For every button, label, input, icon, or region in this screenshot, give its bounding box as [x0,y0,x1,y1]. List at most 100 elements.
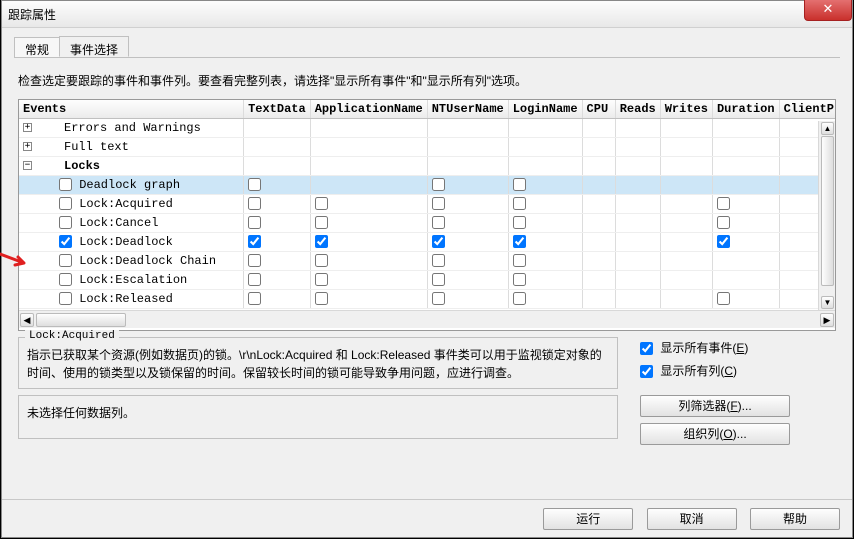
scroll-right-icon[interactable]: ▶ [820,313,834,327]
cell-deadlock-applicationname[interactable] [315,235,328,248]
col-cpu[interactable]: CPU [582,100,615,119]
group-locks[interactable]: −Locks [19,157,835,176]
event-checkbox-deadlock_chain[interactable] [59,254,72,267]
options-panel: 显示所有事件(E) 显示所有列(C) [640,339,748,385]
event-label: Lock:Acquired [72,197,173,211]
cell-deadlock-textdata[interactable] [248,235,261,248]
trace-properties-dialog: 跟踪属性 ✕ 常规 事件选择 检查选定要跟踪的事件和事件列。要查看完整列表，请选… [1,0,853,538]
event-checkbox-deadlock_graph[interactable] [59,178,72,191]
group-fulltext[interactable]: + Full text [19,138,835,157]
col-events[interactable]: Events [19,100,244,119]
cell-released-loginname[interactable] [513,292,526,305]
group-errors[interactable]: + Errors and Warnings [19,119,835,138]
no-data-group: 未选择任何数据列。 [18,395,618,439]
cell-acquired-duration[interactable] [717,197,730,210]
column-filter-button[interactable]: 列筛选器(F)... [640,395,790,417]
group-label: Locks [40,159,100,173]
event-label: Lock:Released [72,292,173,306]
cell-released-ntusername[interactable] [432,292,445,305]
event-checkbox-acquired[interactable] [59,197,72,210]
cell-acquired-ntusername[interactable] [432,197,445,210]
cell-deadlock_chain-loginname[interactable] [513,254,526,267]
event-row-deadlock_graph[interactable]: Deadlock graph [19,176,835,195]
event-checkbox-escalation[interactable] [59,273,72,286]
cell-escalation-ntusername[interactable] [432,273,445,286]
event-row-cancel[interactable]: Lock:Cancel [19,214,835,233]
cell-deadlock-duration[interactable] [717,235,730,248]
group-label: Full text [40,140,129,154]
cell-released-duration[interactable] [717,292,730,305]
tab-general[interactable]: 常规 [14,37,60,58]
cell-deadlock_graph-textdata[interactable] [248,178,261,191]
run-button[interactable]: 运行 [543,508,633,530]
event-row-released[interactable]: Lock:Released [19,290,835,309]
event-description-legend: Lock:Acquired [25,330,119,342]
cell-cancel-loginname[interactable] [513,216,526,229]
cell-escalation-loginname[interactable] [513,273,526,286]
tab-event-selection[interactable]: 事件选择 [59,36,129,57]
close-button[interactable]: ✕ [804,0,852,21]
cancel-button[interactable]: 取消 [647,508,737,530]
cell-cancel-textdata[interactable] [248,216,261,229]
col-textdata[interactable]: TextData [244,100,311,119]
instruction-text: 检查选定要跟踪的事件和事件列。要查看完整列表，请选择"显示所有事件"和"显示所有… [18,72,836,89]
event-description-text: 指示已获取某个资源(例如数据页)的锁。\r\nLock:Acquired 和 L… [27,346,609,382]
grid-header-row: Events TextData ApplicationName NTUserNa… [19,100,835,119]
help-button[interactable]: 帮助 [750,508,840,530]
tree-expander-icon[interactable]: + [23,142,32,151]
cell-cancel-duration[interactable] [717,216,730,229]
show-all-columns-input[interactable] [640,365,653,378]
event-checkbox-released[interactable] [59,292,72,305]
scroll-left-icon[interactable]: ◀ [20,313,34,327]
cell-acquired-applicationname[interactable] [315,197,328,210]
col-applicationname[interactable]: ApplicationName [310,100,427,119]
show-all-columns-checkbox[interactable]: 显示所有列(C) [640,362,748,379]
organize-columns-button[interactable]: 组织列(O)... [640,423,790,445]
cell-deadlock_graph-loginname[interactable] [513,178,526,191]
scroll-thumb-h[interactable] [36,313,126,327]
window-title: 跟踪属性 [8,6,56,23]
events-grid: Events TextData ApplicationName NTUserNa… [18,99,836,331]
cell-deadlock_chain-ntusername[interactable] [432,254,445,267]
cell-deadlock_chain-textdata[interactable] [248,254,261,267]
vertical-scrollbar[interactable]: ▲ ▼ [818,121,835,310]
event-row-acquired[interactable]: Lock:Acquired [19,195,835,214]
cell-escalation-textdata[interactable] [248,273,261,286]
cell-released-applicationname[interactable] [315,292,328,305]
col-clientp[interactable]: ClientP [779,100,835,119]
cell-escalation-applicationname[interactable] [315,273,328,286]
scroll-up-icon[interactable]: ▲ [821,122,834,135]
scroll-thumb-v[interactable] [821,136,834,286]
horizontal-scrollbar[interactable]: ◀ ▶ [19,310,835,328]
show-all-events-input[interactable] [640,342,653,355]
event-label: Lock:Deadlock Chain [72,254,216,268]
show-all-events-checkbox[interactable]: 显示所有事件(E) [640,339,748,356]
scroll-down-icon[interactable]: ▼ [821,296,834,309]
cell-acquired-loginname[interactable] [513,197,526,210]
event-checkbox-deadlock[interactable] [59,235,72,248]
cell-deadlock-ntusername[interactable] [432,235,445,248]
event-checkbox-cancel[interactable] [59,216,72,229]
cell-cancel-applicationname[interactable] [315,216,328,229]
col-reads[interactable]: Reads [615,100,660,119]
cell-acquired-textdata[interactable] [248,197,261,210]
event-row-escalation[interactable]: Lock:Escalation [19,271,835,290]
col-loginname[interactable]: LoginName [508,100,582,119]
col-duration[interactable]: Duration [712,100,779,119]
cell-deadlock_graph-ntusername[interactable] [432,178,445,191]
event-row-deadlock[interactable]: Lock:Deadlock [19,233,835,252]
cell-deadlock_chain-applicationname[interactable] [315,254,328,267]
cell-cancel-ntusername[interactable] [432,216,445,229]
col-writes[interactable]: Writes [660,100,712,119]
group-label: Errors and Warnings [40,121,201,135]
event-description-group: Lock:Acquired 指示已获取某个资源(例如数据页)的锁。\r\nLoc… [18,337,618,389]
titlebar: 跟踪属性 ✕ [2,1,852,28]
event-label: Lock:Escalation [72,273,187,287]
cell-deadlock-loginname[interactable] [513,235,526,248]
col-ntusername[interactable]: NTUserName [427,100,508,119]
cell-released-textdata[interactable] [248,292,261,305]
event-row-deadlock_chain[interactable]: Lock:Deadlock Chain [19,252,835,271]
tree-expander-icon[interactable]: + [23,123,32,132]
tree-expander-icon[interactable]: − [23,161,32,170]
event-label: Lock:Deadlock [72,235,173,249]
